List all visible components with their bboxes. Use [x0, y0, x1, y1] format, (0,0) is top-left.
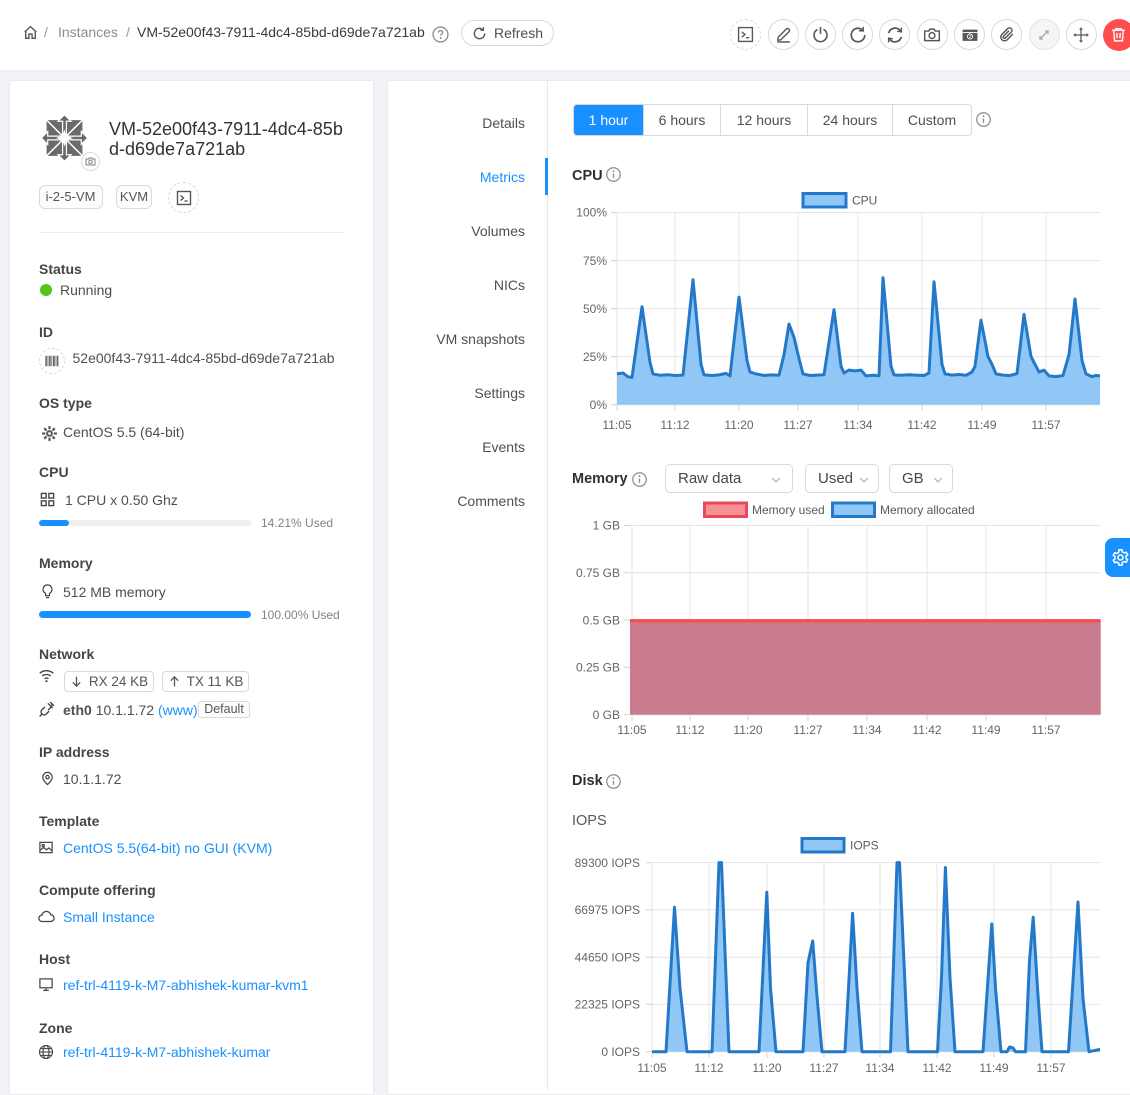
svg-text:11:12: 11:12: [660, 418, 689, 432]
svg-text:11:27: 11:27: [809, 1061, 838, 1075]
svg-text:89300 IOPS: 89300 IOPS: [575, 856, 640, 870]
svg-text:11:57: 11:57: [1036, 1061, 1065, 1075]
svg-text:0 GB: 0 GB: [593, 708, 620, 722]
svg-text:44650 IOPS: 44650 IOPS: [575, 950, 640, 964]
svg-text:11:20: 11:20: [752, 1061, 781, 1075]
svg-text:11:34: 11:34: [852, 723, 881, 737]
svg-text:0 IOPS: 0 IOPS: [601, 1045, 640, 1059]
svg-text:Memory allocated: Memory allocated: [880, 503, 975, 517]
svg-text:11:12: 11:12: [675, 723, 704, 737]
svg-text:0.25 GB: 0.25 GB: [576, 661, 620, 675]
svg-text:66975 IOPS: 66975 IOPS: [575, 903, 640, 917]
svg-text:11:05: 11:05: [617, 723, 646, 737]
svg-text:11:05: 11:05: [637, 1061, 666, 1075]
svg-text:11:49: 11:49: [971, 723, 1000, 737]
svg-text:11:12: 11:12: [694, 1061, 723, 1075]
svg-text:25%: 25%: [583, 350, 607, 364]
svg-text:11:57: 11:57: [1031, 723, 1060, 737]
svg-text:11:34: 11:34: [843, 418, 872, 432]
svg-text:22325 IOPS: 22325 IOPS: [575, 998, 640, 1012]
svg-text:0.75 GB: 0.75 GB: [576, 566, 620, 580]
svg-text:11:57: 11:57: [1031, 418, 1060, 432]
svg-text:11:27: 11:27: [793, 723, 822, 737]
svg-text:11:05: 11:05: [602, 418, 631, 432]
svg-text:11:49: 11:49: [967, 418, 996, 432]
svg-text:11:42: 11:42: [912, 723, 941, 737]
svg-text:11:20: 11:20: [724, 418, 753, 432]
svg-text:100%: 100%: [576, 206, 607, 220]
svg-text:0%: 0%: [590, 398, 608, 412]
svg-text:1 GB: 1 GB: [593, 519, 620, 533]
svg-text:11:34: 11:34: [865, 1061, 894, 1075]
svg-text:0.5 GB: 0.5 GB: [583, 613, 620, 627]
svg-text:75%: 75%: [583, 254, 607, 268]
svg-text:11:42: 11:42: [922, 1061, 951, 1075]
svg-text:11:49: 11:49: [979, 1061, 1008, 1075]
svg-text:IOPS: IOPS: [850, 839, 879, 853]
svg-text:Memory used: Memory used: [752, 503, 825, 517]
svg-text:11:42: 11:42: [907, 418, 936, 432]
svg-text:11:20: 11:20: [733, 723, 762, 737]
svg-text:50%: 50%: [583, 302, 607, 316]
svg-text:11:27: 11:27: [783, 418, 812, 432]
svg-text:CPU: CPU: [852, 194, 877, 208]
